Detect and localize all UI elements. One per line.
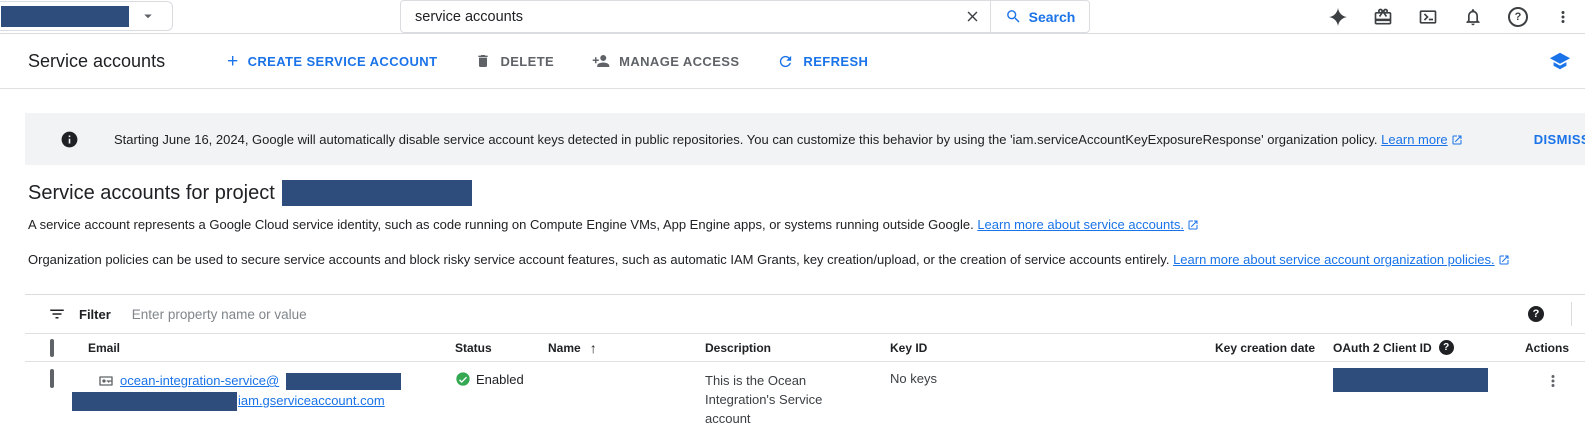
filter-input[interactable] [132, 307, 1528, 322]
column-header-name-label: Name [548, 341, 581, 355]
external-link-icon [1498, 254, 1510, 266]
row-checkbox[interactable] [50, 369, 54, 388]
project-id-redacted [282, 180, 472, 206]
oauth-client-id-redacted [1333, 368, 1488, 392]
global-search: Search [400, 0, 1090, 33]
gift-icon[interactable] [1373, 7, 1393, 27]
column-header-oauth-label: OAuth 2 Client ID [1333, 341, 1432, 355]
learn-more-service-accounts-link[interactable]: Learn more about service accounts. [977, 217, 1184, 232]
description-cell: This is the Ocean Integration's Service … [705, 371, 890, 428]
delete-button[interactable]: DELETE [475, 53, 554, 69]
service-account-key-icon [98, 373, 114, 389]
banner-text: Starting June 16, 2024, Google will auto… [114, 132, 1463, 147]
column-header-key-creation-date[interactable]: Key creation date [1215, 341, 1333, 355]
manage-access-button[interactable]: MANAGE ACCESS [592, 52, 739, 70]
more-vert-icon[interactable] [1553, 7, 1573, 27]
more-vert-icon [1544, 372, 1562, 390]
project-selector[interactable] [0, 1, 173, 31]
person-add-icon [592, 52, 610, 70]
sort-ascending-icon[interactable]: ↑ [590, 340, 597, 356]
refresh-label: REFRESH [803, 54, 868, 69]
help-icon[interactable]: ? [1508, 7, 1528, 27]
service-account-email-suffix[interactable]: iam.gserviceaccount.com [238, 391, 385, 411]
plus-icon: + [227, 52, 239, 71]
table-header-row: Email Status Name ↑ Description Key ID K… [25, 333, 1585, 362]
external-link-icon [1451, 134, 1463, 146]
manage-access-label: MANAGE ACCESS [619, 54, 739, 69]
table-filter-bar: Filter ? [25, 294, 1585, 333]
column-header-actions: Actions [1520, 341, 1585, 355]
gemini-sparkle-icon[interactable] [1328, 7, 1348, 27]
search-button-label: Search [1029, 9, 1076, 25]
external-link-icon [1187, 219, 1199, 231]
status-cell: Enabled [455, 371, 548, 387]
section-heading: Service accounts for project [28, 179, 1585, 207]
column-header-description[interactable]: Description [705, 341, 890, 355]
filter-icon [48, 305, 66, 323]
select-all-checkbox[interactable] [50, 339, 54, 357]
key-id-cell: No keys [890, 371, 1215, 386]
search-icon [1005, 8, 1022, 25]
learn-more-org-policies-link[interactable]: Learn more about service account organiz… [1173, 252, 1495, 267]
banner-learn-more-link[interactable]: Learn more [1381, 132, 1447, 147]
column-header-email[interactable]: Email [88, 341, 455, 355]
search-input[interactable] [401, 9, 954, 25]
dismiss-button[interactable]: DISMISS [1534, 132, 1585, 147]
service-accounts-table: Filter ? Email Status Name ↑ Description… [25, 294, 1585, 431]
table-row: ocean-integration-service@ iam.gservicea… [25, 362, 1585, 431]
learning-cap-icon[interactable] [1549, 50, 1571, 72]
column-header-status[interactable]: Status [455, 341, 548, 355]
filter-label: Filter [79, 307, 111, 322]
topbar-icon-group: ? [1328, 0, 1573, 33]
enabled-check-icon [455, 371, 471, 387]
filter-help-icon[interactable]: ? [1528, 306, 1544, 322]
refresh-button[interactable]: REFRESH [777, 53, 868, 70]
notifications-bell-icon[interactable] [1463, 7, 1483, 27]
search-button[interactable]: Search [991, 1, 1089, 32]
filter-divider [1571, 302, 1572, 326]
column-header-oauth-client-id[interactable]: OAuth 2 Client ID ? [1333, 340, 1520, 355]
page-title: Service accounts [28, 51, 165, 72]
email-domain-redacted [286, 373, 401, 390]
email-cell: ocean-integration-service@ iam.gservicea… [88, 371, 455, 411]
oauth-client-id-cell [1333, 371, 1520, 392]
cloud-shell-icon[interactable] [1418, 7, 1438, 27]
section-heading-text: Service accounts for project [28, 182, 275, 205]
refresh-icon [777, 53, 794, 70]
status-badge: Enabled [476, 372, 524, 387]
column-header-key-id[interactable]: Key ID [890, 341, 1215, 355]
email-project-redacted [72, 392, 237, 411]
chevron-down-icon [139, 7, 157, 25]
column-header-name[interactable]: Name ↑ [548, 340, 705, 356]
top-app-bar: Search ? [0, 0, 1585, 34]
project-name-redacted [1, 6, 129, 27]
intro-paragraph: A service account represents a Google Cl… [0, 217, 1585, 232]
create-service-account-label: CREATE SERVICE ACCOUNT [248, 54, 438, 69]
delete-label: DELETE [500, 54, 554, 69]
clear-search-icon[interactable] [954, 1, 990, 32]
org-policy-paragraph: Organization policies can be used to sec… [0, 252, 1585, 267]
service-account-email-link[interactable]: ocean-integration-service@ [120, 371, 279, 391]
key-exposure-banner: Starting June 16, 2024, Google will auto… [25, 113, 1585, 165]
create-service-account-button[interactable]: + CREATE SERVICE ACCOUNT [227, 52, 437, 71]
page-toolbar: Service accounts + CREATE SERVICE ACCOUN… [0, 34, 1585, 89]
trash-icon [475, 53, 491, 69]
row-actions-menu[interactable] [1520, 371, 1585, 390]
oauth-help-icon[interactable]: ? [1439, 340, 1454, 355]
info-icon [60, 130, 79, 149]
